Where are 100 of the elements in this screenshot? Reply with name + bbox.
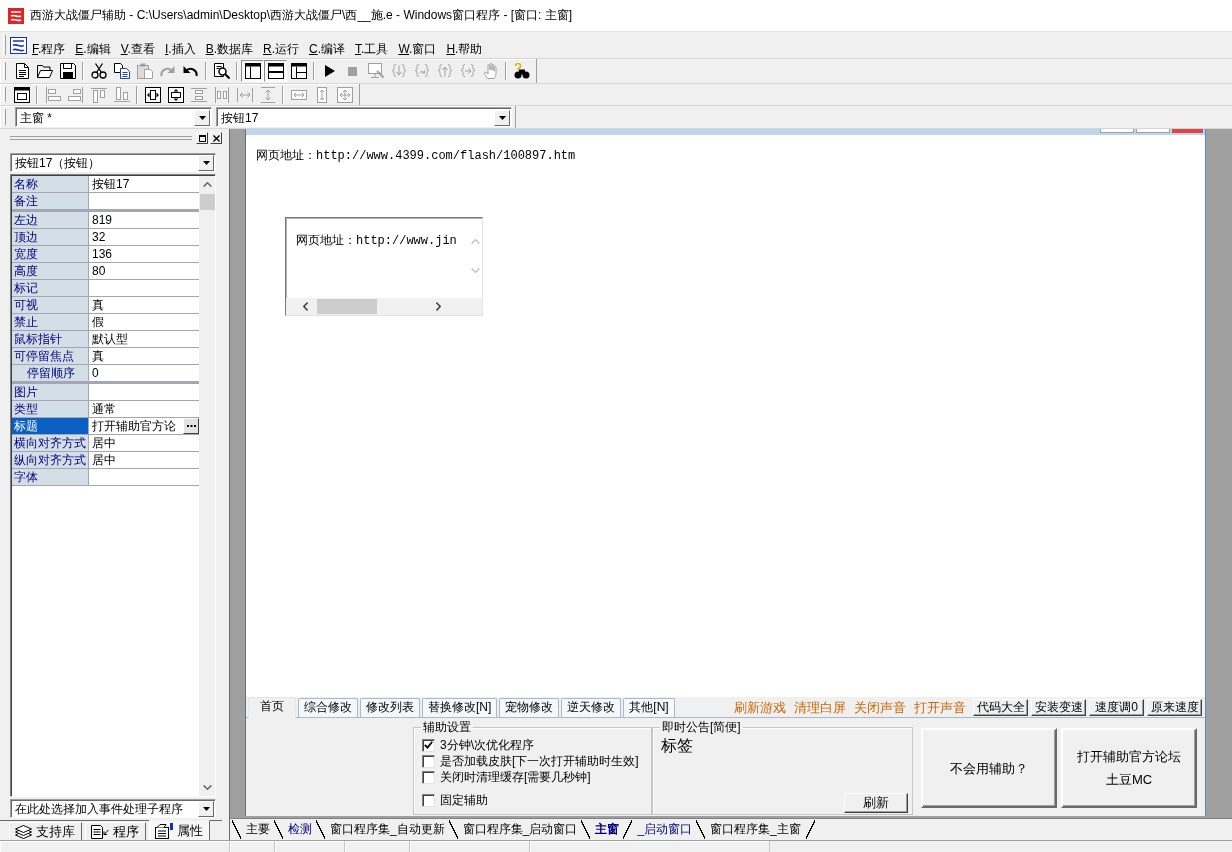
dropdown-button[interactable]	[494, 109, 510, 126]
tab[interactable]: 修改列表	[360, 698, 420, 717]
property-value[interactable]: 真	[89, 348, 199, 364]
checkbox-label: 关闭时清理缓存[需要几秒钟]	[440, 770, 591, 784]
property-name[interactable]: 纵向对齐方式	[12, 452, 89, 468]
tab[interactable]: 其他[N]	[623, 698, 675, 717]
property-name[interactable]: 类型	[12, 401, 89, 417]
window-dropdown[interactable]: 主窗 *	[15, 107, 212, 127]
checkbox[interactable]	[422, 770, 435, 784]
property-name[interactable]: 可停留焦点	[12, 348, 89, 364]
caret-down-icon[interactable]	[198, 115, 206, 120]
refresh-button[interactable]: 刷新	[844, 793, 908, 813]
menu-item[interactable]: B.数据库	[200, 40, 258, 57]
property-name[interactable]: 名称	[12, 176, 89, 192]
chevron-left-icon[interactable]	[303, 302, 308, 311]
property-name[interactable]: 左边	[12, 212, 89, 228]
tab[interactable]: 逆天修改	[561, 698, 622, 717]
object-dropdown[interactable]: 按钮17（按钮）	[10, 153, 216, 172]
property-value[interactable]: 819	[89, 212, 199, 228]
property-value[interactable]: 默认型	[89, 331, 199, 347]
menu-item[interactable]: E.编辑	[70, 40, 116, 57]
tab[interactable]: 宠物修改	[499, 698, 560, 717]
property-value[interactable]: 真	[89, 297, 199, 313]
caret-down-icon[interactable]	[202, 807, 210, 811]
menu-item[interactable]: W.窗口	[393, 40, 442, 57]
property-value[interactable]: 居中	[89, 435, 199, 451]
property-name[interactable]: 禁止	[12, 314, 89, 330]
button[interactable]: 打开辅助官方论坛 土豆MC	[1061, 728, 1197, 808]
document-icon[interactable]	[91, 824, 109, 839]
property-name[interactable]: 标记	[12, 280, 89, 296]
menu-item[interactable]: I.插入	[159, 40, 201, 57]
scrollbar-thumb[interactable]	[317, 299, 377, 314]
property-name[interactable]: 备注	[12, 193, 89, 209]
property-name[interactable]: 图片	[12, 384, 89, 400]
property-name[interactable]: 顶边	[12, 229, 89, 245]
button[interactable]: 代码大全	[973, 698, 1028, 716]
tab[interactable]: 综合修改	[298, 698, 358, 717]
stack-icon[interactable]	[15, 824, 32, 839]
source-tab[interactable]: 窗口程序集_主窗	[696, 820, 815, 839]
menu-item[interactable]: F.程序	[27, 40, 71, 57]
property-name[interactable]: 可视	[12, 297, 89, 313]
link[interactable]: 关闭声音	[854, 699, 906, 715]
vertical-scrollbar[interactable]	[199, 176, 215, 796]
button[interactable]: 不会用辅助？	[921, 728, 1057, 808]
button[interactable]: 安装变速	[1031, 698, 1086, 716]
chevron-up-icon[interactable]	[202, 182, 212, 187]
dropdown-button[interactable]	[198, 155, 214, 171]
property-sheet-icon[interactable]	[155, 823, 173, 839]
event-dropdown[interactable]: 在此处选择加入事件处理子程序	[10, 799, 216, 818]
menu-item[interactable]: R.运行	[258, 40, 304, 57]
checkbox-label: 固定辅助	[440, 793, 488, 807]
checkbox[interactable]	[422, 793, 435, 807]
caption-button[interactable]	[1136, 129, 1170, 133]
property-value[interactable]: 0	[89, 365, 199, 381]
dropdown-button[interactable]	[198, 801, 214, 817]
property-value[interactable]: 按钮17	[89, 176, 199, 192]
property-value[interactable]: 居中	[89, 452, 199, 468]
caret-down-icon[interactable]	[498, 115, 506, 120]
play-icon[interactable]	[324, 65, 335, 77]
button[interactable]: 原来速度	[1147, 698, 1202, 716]
caption-button[interactable]	[1100, 129, 1134, 133]
menu-item[interactable]: V.查看	[115, 40, 160, 57]
property-name[interactable]: 停留顺序	[12, 365, 89, 381]
caret-down-icon[interactable]	[202, 161, 210, 165]
menu-item[interactable]: C.编译	[304, 40, 351, 57]
checkbox[interactable]	[422, 754, 435, 768]
property-name[interactable]: 鼠标指针	[12, 331, 89, 347]
property-value[interactable]: 假	[89, 314, 199, 330]
link[interactable]: 打开声音	[914, 699, 966, 715]
property-value[interactable]: 136	[89, 246, 199, 262]
text-area[interactable]: 网页地址：http://www.jin	[285, 217, 483, 316]
button[interactable]: 速度调0	[1089, 698, 1144, 716]
tab[interactable]: 替换修改[N]	[422, 698, 498, 717]
property-value[interactable]: 通常	[89, 401, 199, 417]
property-name[interactable]: 字体	[12, 469, 89, 485]
dropdown-button[interactable]	[194, 109, 210, 126]
chevron-down-icon[interactable]	[202, 785, 212, 790]
checkbox-label: 是否加载皮肤[下一次打开辅助时生效]	[440, 754, 639, 768]
url-label: 网页地址：http://www.4399.com/flash/100897.htm	[256, 149, 576, 163]
tab[interactable]: 首页	[248, 697, 296, 718]
property-name[interactable]: 标题	[12, 418, 89, 434]
horizontal-scrollbar[interactable]	[286, 298, 482, 315]
property-value[interactable]: 80	[89, 263, 199, 279]
menu-item[interactable]: H.帮助	[441, 40, 488, 57]
property-name[interactable]: 横向对齐方式	[12, 435, 89, 451]
browse-button[interactable]	[183, 418, 199, 434]
logo-icon	[10, 36, 27, 54]
link[interactable]: 清理白屏	[794, 699, 846, 715]
control-dropdown[interactable]: 按钮17	[216, 107, 512, 127]
property-name[interactable]: 宽度	[12, 246, 89, 262]
property-value[interactable]: 打开辅助官方论	[89, 418, 183, 434]
link[interactable]: 刷新游戏	[734, 699, 786, 715]
panel-tab[interactable]: 属性	[149, 820, 210, 842]
property-value[interactable]: 32	[89, 229, 199, 245]
scrollbar-thumb[interactable]	[199, 194, 215, 210]
text-area-content: 网页地址：http://www.jin	[295, 233, 458, 250]
chevron-right-icon[interactable]	[436, 302, 441, 311]
property-name[interactable]: 高度	[12, 263, 89, 279]
undo-arrow-icon[interactable]	[183, 65, 198, 77]
menu-item[interactable]: T.工具	[350, 40, 394, 57]
